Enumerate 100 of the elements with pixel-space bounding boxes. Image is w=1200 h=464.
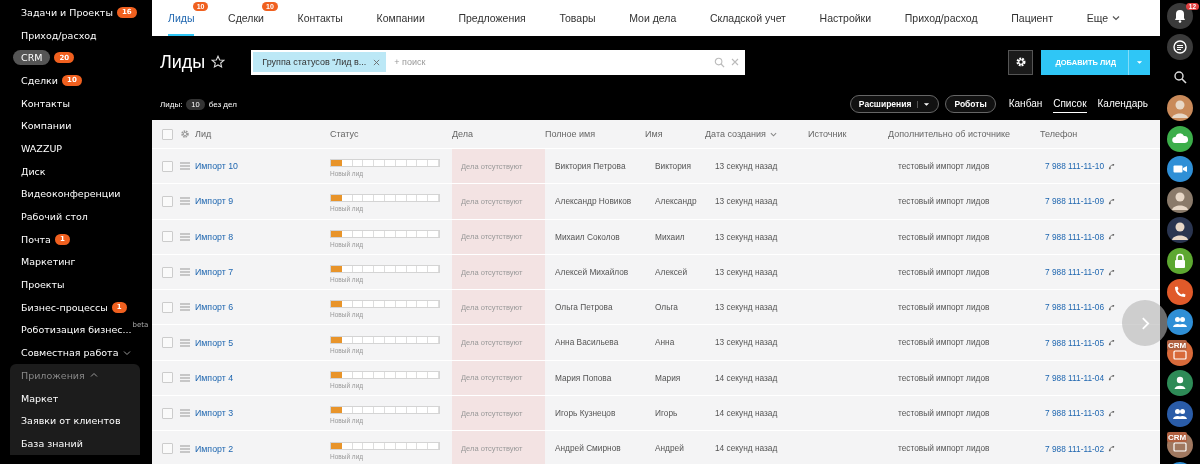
- chat-icon[interactable]: [1167, 33, 1193, 60]
- column-header[interactable]: Статус: [330, 129, 452, 139]
- extensions-button[interactable]: Расширения: [849, 95, 940, 113]
- sidebar-item[interactable]: CRM: [13, 50, 51, 66]
- menu-icon[interactable]: [180, 373, 190, 382]
- nav-tab[interactable]: Товары: [559, 0, 596, 36]
- nav-tab[interactable]: Складской учет: [709, 0, 786, 36]
- view-tab[interactable]: Список: [1053, 95, 1087, 113]
- nav-tab[interactable]: Контакты: [297, 0, 343, 36]
- status-bar[interactable]: [330, 300, 440, 309]
- menu-icon[interactable]: [180, 232, 190, 241]
- lead-link[interactable]: Импорт 9: [195, 196, 330, 207]
- sidebar-item[interactable]: Заявки от клиентов: [10, 413, 121, 429]
- phone-link[interactable]: 7 988 111-11-09: [1045, 196, 1105, 207]
- avatar-icon[interactable]: [1167, 186, 1193, 213]
- sidebar-item[interactable]: Совместная работа: [10, 345, 119, 361]
- column-header[interactable]: Дела: [452, 129, 545, 139]
- nav-tab[interactable]: Настройки: [819, 0, 872, 36]
- checkbox[interactable]: [162, 231, 173, 243]
- status-bar[interactable]: [330, 194, 440, 203]
- column-header[interactable]: Источник: [808, 129, 888, 139]
- phone-link[interactable]: 7 988 111-11-02: [1045, 443, 1105, 454]
- nav-tab[interactable]: Предложения: [458, 0, 526, 36]
- lead-link[interactable]: Импорт 8: [195, 231, 330, 242]
- sidebar-item[interactable]: Сделки: [10, 72, 59, 88]
- star-icon[interactable]: [211, 55, 226, 69]
- nav-tab[interactable]: Компании: [376, 0, 425, 36]
- phone-link[interactable]: 7 988 111-11-07: [1045, 267, 1105, 278]
- sidebar-item[interactable]: Компании: [10, 118, 72, 134]
- menu-icon[interactable]: [180, 162, 190, 171]
- menu-icon[interactable]: [180, 197, 190, 206]
- cloud-icon[interactable]: [1167, 125, 1193, 152]
- nav-tab[interactable]: Мои дела: [629, 0, 677, 36]
- sidebar-item[interactable]: Бизнес-процессы: [10, 299, 108, 315]
- status-bar[interactable]: [330, 441, 440, 450]
- view-tab[interactable]: Календарь: [1097, 95, 1148, 113]
- column-header[interactable]: Имя: [645, 129, 705, 139]
- sidebar-item[interactable]: Видеоконференции: [10, 186, 121, 202]
- lock-icon[interactable]: [1167, 248, 1193, 275]
- status-bar[interactable]: [330, 159, 440, 168]
- avatar-icon[interactable]: [1167, 95, 1193, 122]
- phone-icon[interactable]: [1167, 278, 1193, 305]
- status-bar[interactable]: [330, 265, 440, 274]
- lead-link[interactable]: Импорт 5: [195, 337, 330, 348]
- phone-link[interactable]: 7 988 111-11-03: [1045, 408, 1105, 419]
- checkbox[interactable]: [162, 301, 173, 313]
- status-bar[interactable]: [330, 335, 440, 344]
- lead-link[interactable]: Импорт 3: [195, 408, 330, 419]
- phone-link[interactable]: 7 988 111-11-05: [1045, 337, 1105, 348]
- column-header[interactable]: Полное имя: [545, 129, 645, 139]
- remove-icon[interactable]: [373, 58, 381, 66]
- nav-tab[interactable]: Сделки: [228, 0, 264, 36]
- phone-link[interactable]: 7 988 111-11-06: [1045, 302, 1105, 313]
- menu-icon[interactable]: [180, 338, 190, 347]
- filter-link[interactable]: без дел: [208, 99, 237, 109]
- checkbox[interactable]: [162, 337, 173, 349]
- view-tab[interactable]: Канбан: [1008, 95, 1043, 113]
- lead-link[interactable]: Импорт 2: [195, 443, 330, 454]
- sidebar-item[interactable]: База знаний: [10, 435, 83, 451]
- sidebar-item[interactable]: Приход/расход: [10, 27, 97, 43]
- lead-link[interactable]: Импорт 7: [195, 267, 330, 278]
- checkbox[interactable]: [162, 407, 173, 419]
- lead-link[interactable]: Импорт 6: [195, 302, 330, 313]
- sidebar-item[interactable]: Проекты: [10, 277, 65, 293]
- column-header[interactable]: Дополнительно об источнике: [888, 129, 1040, 139]
- sidebar-item[interactable]: Почта: [10, 231, 51, 247]
- group-header[interactable]: Приложения: [10, 367, 85, 383]
- menu-icon[interactable]: [180, 444, 190, 453]
- menu-icon[interactable]: [180, 303, 190, 312]
- checkbox[interactable]: [162, 160, 173, 172]
- sidebar-item[interactable]: Роботизация бизнес...: [10, 322, 132, 338]
- status-bar[interactable]: [330, 370, 440, 379]
- sidebar-item[interactable]: Контакты: [10, 95, 70, 111]
- filter-tag[interactable]: Группа статусов "Лид в...: [253, 52, 387, 72]
- person-icon[interactable]: [1167, 370, 1193, 397]
- crm-app-icon[interactable]: CRM: [1167, 431, 1193, 458]
- people-icon[interactable]: [1167, 401, 1193, 427]
- people-icon[interactable]: [1167, 309, 1193, 336]
- checkbox[interactable]: [162, 195, 173, 207]
- checkbox[interactable]: [162, 372, 173, 384]
- nav-tab[interactable]: Приход/расход: [904, 0, 978, 36]
- lead-link[interactable]: Импорт 10: [195, 161, 330, 172]
- column-header[interactable]: Телефон: [1040, 129, 1155, 139]
- checkbox[interactable]: [162, 266, 173, 278]
- avatar-icon[interactable]: [1167, 217, 1193, 244]
- phone-link[interactable]: 7 988 111-11-08: [1045, 231, 1105, 242]
- sort-icon[interactable]: [770, 130, 777, 138]
- video-icon[interactable]: [1167, 156, 1193, 183]
- column-header[interactable]: Лид: [195, 129, 330, 139]
- clear-icon[interactable]: [731, 58, 740, 66]
- status-bar[interactable]: [330, 229, 440, 238]
- status-bar[interactable]: [330, 406, 440, 415]
- sidebar-item[interactable]: WAZZUP: [10, 140, 63, 156]
- menu-icon[interactable]: [180, 268, 190, 277]
- search-icon[interactable]: [1173, 70, 1187, 85]
- phone-link[interactable]: 7 988 111-11-10: [1045, 161, 1105, 172]
- checkbox[interactable]: [162, 128, 173, 140]
- crm-app-icon[interactable]: CRM: [1167, 339, 1193, 366]
- menu-icon[interactable]: [180, 409, 190, 418]
- lead-link[interactable]: Импорт 4: [195, 372, 330, 383]
